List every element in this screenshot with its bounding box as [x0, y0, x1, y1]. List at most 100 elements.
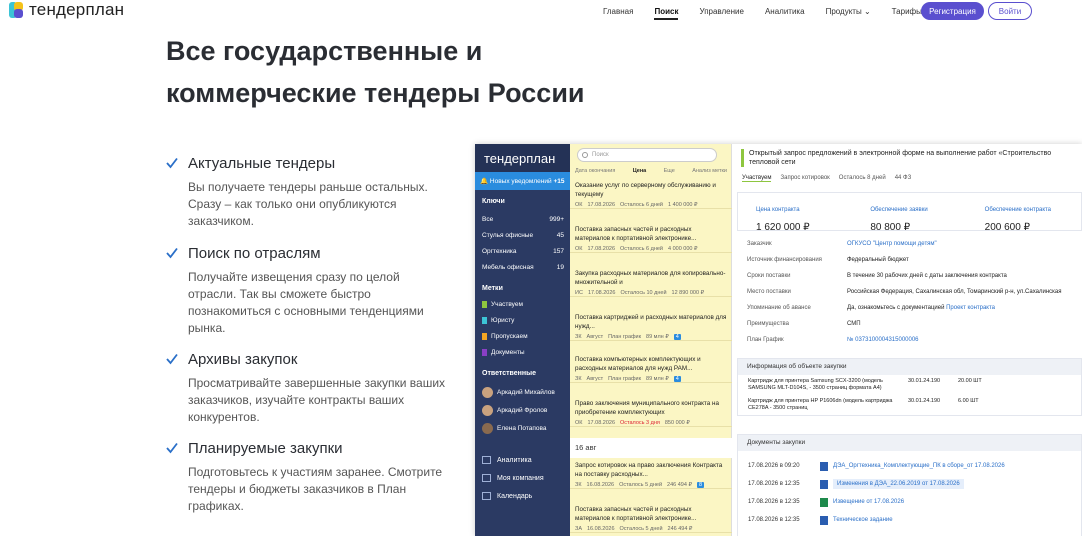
- list-item[interactable]: Закупка расходных материалов для копиров…: [570, 270, 732, 297]
- notifications-bar[interactable]: 🔔 Новых уведомлений +15: [475, 172, 570, 190]
- list-item[interactable]: Запрос котировок на право заключения Кон…: [570, 462, 732, 489]
- company-icon: [482, 474, 491, 482]
- nav-item-pricing[interactable]: Тарифы: [892, 7, 922, 20]
- info-value: Федеральный бюджет: [847, 257, 909, 263]
- document-row[interactable]: 17.08.2026 в 12:35 Извещение от 17.08.202…: [738, 493, 1081, 511]
- nav-item-analytics[interactable]: Аналитика: [765, 7, 805, 20]
- person-name: Елена Потапова: [497, 424, 547, 432]
- sidebar-item-key[interactable]: Стулья офисные 45: [475, 227, 570, 243]
- col-header[interactable]: Еще: [664, 168, 675, 174]
- list-item[interactable]: Право заключения муниципального контракт…: [570, 400, 732, 427]
- col-header[interactable]: Дата окончания: [575, 168, 615, 174]
- document-row[interactable]: 17.08.2026 в 12:35 Изменения в ДЭА_22.06.…: [738, 475, 1081, 493]
- plan-link[interactable]: № 0373100004315000006: [847, 337, 919, 343]
- tender-detail: Открытый запрос предложений в электронно…: [732, 144, 1082, 536]
- info-row: Заказчик ОГКУСО "Центр помощи детям": [747, 241, 1082, 247]
- goods-code: 30.01.24.190: [908, 398, 941, 404]
- person-name: Аркадий Фролов: [497, 406, 548, 414]
- day-header: 16 авг: [570, 438, 732, 458]
- tag-color-icon: [482, 348, 487, 356]
- logo-icon: [9, 1, 23, 19]
- feature-title: Актуальные тендеры: [188, 155, 336, 172]
- item-law: ИС: [575, 290, 583, 296]
- info-value: Да, ознакомьтесь с документацией: [847, 305, 945, 311]
- nav-item-home[interactable]: Главная: [603, 7, 633, 20]
- search-input[interactable]: Поиск: [577, 148, 717, 162]
- doc-link[interactable]: Техническое задание: [833, 517, 893, 523]
- contract-draft-link[interactable]: Проект контракта: [946, 305, 995, 311]
- sidebar-item-person[interactable]: Елена Потапова: [475, 419, 570, 437]
- item-meta: ОК 17.08.2026 Осталось 3 дня 850 000 ₽: [575, 420, 727, 426]
- doc-date: 17.08.2026 в 09:20: [748, 463, 800, 469]
- tab-type[interactable]: Запрос котировок: [780, 175, 829, 182]
- object-panel: Информация об объекте закупки Картридж д…: [737, 358, 1082, 416]
- menu-label: Аналитика: [497, 456, 532, 464]
- tender-title: Открытый запрос предложений в электронно…: [741, 149, 1081, 167]
- list-item[interactable]: Поставка компьютерных комплектующих и ра…: [570, 356, 732, 383]
- nav-item-products[interactable]: Продукты ⌄: [826, 7, 871, 20]
- sidebar-item-key[interactable]: Оргтехника 157: [475, 243, 570, 259]
- info-key: План График: [747, 337, 784, 343]
- item-date: 17.08.2026: [587, 290, 616, 296]
- word-icon: [820, 479, 828, 489]
- nav-item-management[interactable]: Управление: [699, 7, 743, 20]
- doc-link[interactable]: ДЭА_Оргтехника_Комплектующие_ПК в сборе_…: [833, 463, 1005, 469]
- sidebar-item-key[interactable]: Мебель офисная 19: [475, 259, 570, 275]
- col-header[interactable]: Анализ метки: [692, 168, 727, 174]
- tag-label: Участвуем: [491, 300, 523, 308]
- item-price: 850 000 ₽: [664, 420, 690, 426]
- search-icon: [582, 152, 588, 158]
- document-row[interactable]: 17.08.2026 в 12:35 Техническое задание: [738, 511, 1081, 529]
- item-law: ОК: [575, 246, 583, 252]
- list-item[interactable]: Поставка запасных частей и расходных мат…: [570, 226, 732, 253]
- col-header[interactable]: Цена: [633, 168, 647, 174]
- page-title: Все государственные и коммерческие тенде…: [166, 36, 585, 108]
- logo[interactable]: тендерплан: [9, 0, 124, 20]
- sidebar-item-person[interactable]: Аркадий Фролов: [475, 401, 570, 419]
- sidebar-item-tag[interactable]: Документы: [475, 344, 570, 360]
- item-title: Оказание услуг по серверному обслуживани…: [575, 182, 716, 198]
- sidebar-item-calendar[interactable]: Календарь: [475, 487, 570, 505]
- key-count: 999+: [549, 215, 564, 223]
- info-value: Российская Федерация, Сахалинская обл, Т…: [847, 289, 1062, 295]
- nav-item-search[interactable]: Поиск: [654, 7, 679, 20]
- sidebar-item-company[interactable]: Моя компания: [475, 469, 570, 487]
- item-meta: ЗК Август План график 89 млн ₽ 4: [575, 376, 727, 382]
- tab-participate[interactable]: Участвуем: [742, 175, 772, 182]
- document-row[interactable]: 17.08.2026 в 09:20 ДЭА_Оргтехника_Комплек…: [738, 457, 1081, 475]
- item-title: Поставка запасных частей и расходных мат…: [575, 506, 697, 522]
- info-key: Источник финансирования: [747, 257, 822, 263]
- sidebar-item-person[interactable]: Аркадий Михайлов: [475, 383, 570, 401]
- item-price: 246 494 ₽: [667, 526, 693, 532]
- check-icon: [166, 157, 178, 169]
- goods-code: 30.01.24.190: [908, 378, 941, 384]
- tag-label: Документы: [491, 348, 525, 356]
- login-button[interactable]: Войти: [988, 2, 1032, 20]
- item-law: ЗК: [575, 482, 582, 488]
- sidebar-item-tag[interactable]: Участвуем: [475, 296, 570, 312]
- tab-deadline[interactable]: Осталось 8 дней: [839, 175, 886, 182]
- keys-title: Ключи: [482, 198, 505, 205]
- tag-color-icon: [482, 300, 487, 308]
- tab-law[interactable]: 44 ФЗ: [895, 175, 912, 182]
- item-meta: ОК 17.08.2026 Осталось 6 дней 4 000 000 ₽: [575, 246, 727, 252]
- info-row: Сроки поставки В течение 30 рабочих дней …: [747, 273, 1082, 279]
- info-value: СМП: [847, 321, 861, 327]
- list-item[interactable]: Оказание услуг по серверному обслуживани…: [570, 182, 732, 209]
- info-row: Упоминание об авансе Да, ознакомьтесь с д…: [747, 305, 1082, 311]
- sidebar-item-tag[interactable]: Юристу: [475, 312, 570, 328]
- sidebar-item-key[interactable]: Все 999+: [475, 211, 570, 227]
- panel-title: Информация об объекте закупки: [738, 359, 1081, 375]
- doc-link[interactable]: Извещение от 17.08.2026: [833, 499, 904, 505]
- item-left: План график: [608, 334, 642, 340]
- list-item[interactable]: Поставка картриджей и расходных материал…: [570, 314, 732, 341]
- doc-link[interactable]: Изменения в ДЭА_22.06.2019 от 17.08.2026: [833, 479, 964, 489]
- sidebar-item-analytics[interactable]: Аналитика: [475, 451, 570, 469]
- register-button[interactable]: Регистрация: [921, 2, 984, 20]
- customer-link[interactable]: ОГКУСО "Центр помощи детям": [847, 241, 937, 247]
- sidebar-item-tag[interactable]: Пропускаем: [475, 328, 570, 344]
- item-date: 17.08.2026: [587, 420, 616, 426]
- chevron-down-icon: ⌄: [863, 7, 871, 16]
- feature-item: Поиск по отраслям Получайте извещения ср…: [166, 245, 446, 337]
- list-item[interactable]: Поставка запасных частей и расходных мат…: [570, 506, 732, 533]
